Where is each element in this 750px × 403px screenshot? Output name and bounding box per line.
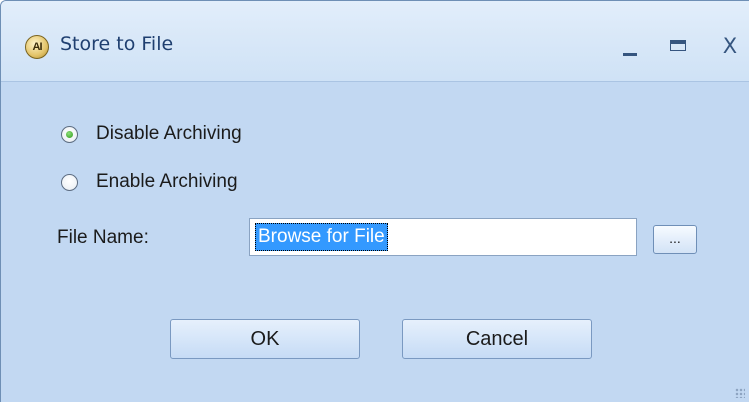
- file-name-value: Browse for File: [255, 223, 388, 251]
- radio-label-disable: Disable Archiving: [96, 123, 242, 144]
- browse-button[interactable]: ...: [653, 225, 697, 254]
- cancel-button[interactable]: Cancel: [402, 319, 592, 359]
- store-to-file-dialog: AI Store to File X Disable Archiving Ena…: [0, 0, 749, 402]
- minimize-button[interactable]: [615, 31, 645, 61]
- window-title: Store to File: [60, 33, 174, 55]
- maximize-button[interactable]: [664, 31, 694, 61]
- close-button[interactable]: X: [715, 31, 745, 61]
- app-logo-icon: AI: [25, 35, 49, 59]
- maximize-icon: [670, 40, 686, 51]
- radio-enable-archiving[interactable]: Enable Archiving: [61, 169, 238, 195]
- close-icon: X: [722, 34, 738, 58]
- radio-button-unchecked[interactable]: [61, 173, 78, 191]
- file-name-input[interactable]: Browse for File: [249, 218, 637, 256]
- minimize-icon: [623, 53, 637, 56]
- radio-button-checked[interactable]: [61, 125, 78, 143]
- ok-button[interactable]: OK: [170, 319, 360, 359]
- file-name-label: File Name:: [57, 227, 149, 248]
- title-bar[interactable]: AI Store to File X: [1, 1, 749, 82]
- radio-label-enable: Enable Archiving: [96, 171, 238, 192]
- resize-grip-icon[interactable]: [735, 388, 745, 398]
- radio-disable-archiving[interactable]: Disable Archiving: [61, 121, 242, 147]
